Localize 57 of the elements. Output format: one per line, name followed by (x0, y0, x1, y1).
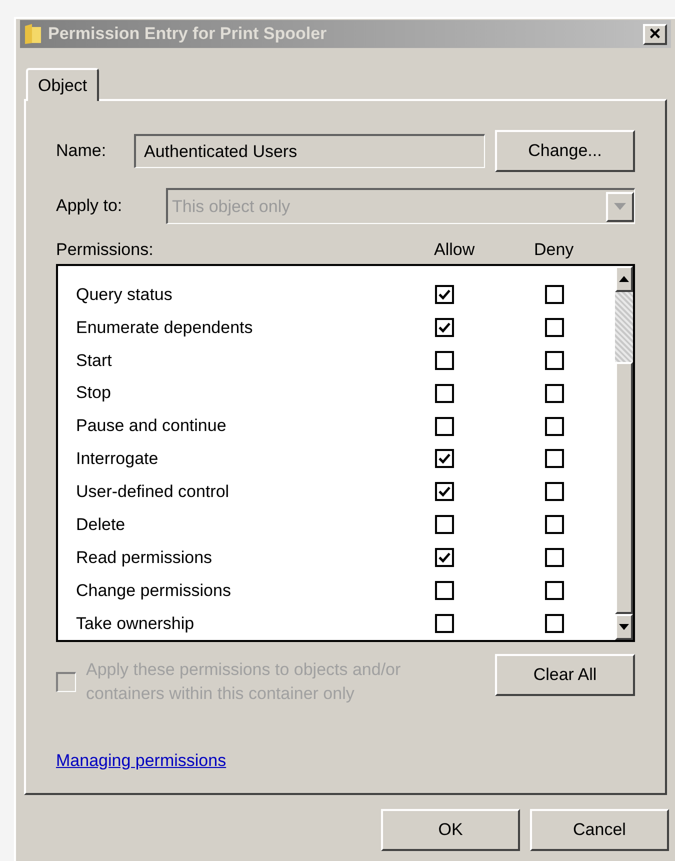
permission-name: Enumerate dependents (75, 316, 254, 339)
permission-name: Start (75, 350, 113, 372)
scrollbar[interactable] (615, 266, 633, 640)
scroll-thumb[interactable] (615, 362, 633, 614)
permission-name: Query status (75, 284, 174, 306)
deny-checkbox[interactable] (545, 482, 564, 502)
allow-checkbox[interactable] (435, 548, 454, 568)
managing-permissions-link[interactable]: Managing permissions (56, 748, 226, 774)
allow-checkbox[interactable] (435, 318, 454, 337)
apply-to-label: Apply to: (56, 195, 124, 218)
name-field[interactable]: Authenticated Users (134, 134, 485, 168)
deny-checkbox[interactable] (545, 384, 564, 403)
allow-checkbox[interactable] (435, 416, 454, 436)
allow-checkbox[interactable] (435, 384, 454, 403)
deny-checkbox[interactable] (545, 416, 564, 436)
checkmark-icon (438, 551, 451, 564)
permission-name: Pause and continue (75, 415, 228, 438)
deny-checkbox[interactable] (545, 614, 564, 634)
allow-checkbox[interactable] (435, 350, 454, 370)
permissions-label: Permissions: (56, 238, 154, 260)
allow-checkbox[interactable] (435, 614, 454, 634)
deny-header: Deny (534, 238, 574, 260)
scroll-up-icon[interactable] (615, 266, 633, 292)
clear-all-button[interactable]: Clear All (495, 654, 635, 696)
allow-header: Allow (434, 238, 476, 260)
scroll-down-icon[interactable] (615, 614, 633, 640)
deny-checkbox[interactable] (545, 581, 564, 600)
allow-checkbox[interactable] (435, 581, 454, 600)
permission-name: Delete (75, 514, 126, 536)
allow-checkbox[interactable] (435, 515, 454, 534)
permission-name: Change permissions (75, 580, 232, 602)
allow-checkbox[interactable] (435, 449, 454, 468)
checkmark-icon (438, 452, 451, 466)
deny-checkbox[interactable] (545, 548, 564, 568)
permission-name: User-defined control (75, 481, 230, 504)
window-title: Permission Entry for Print Spooler (48, 23, 328, 46)
checkmark-icon (438, 288, 451, 301)
allow-checkbox[interactable] (435, 284, 454, 304)
permission-name: Take ownership (75, 612, 196, 635)
allow-checkbox[interactable] (435, 482, 454, 502)
deny-checkbox[interactable] (545, 449, 564, 468)
permission-name: Read permissions (75, 546, 214, 569)
deny-checkbox[interactable] (545, 318, 564, 337)
permission-name: Interrogate (75, 448, 160, 470)
checkmark-icon (438, 320, 451, 334)
cancel-button[interactable]: Cancel (530, 809, 669, 851)
change-button[interactable]: Change... (495, 130, 635, 172)
deny-checkbox[interactable] (545, 350, 564, 370)
folder-icon (24, 23, 42, 45)
checkmark-icon (438, 485, 451, 498)
ok-button[interactable]: OK (381, 809, 520, 851)
permission-name: Stop (75, 382, 112, 404)
deny-checkbox[interactable] (545, 284, 564, 304)
close-button[interactable]: × (643, 24, 667, 44)
tab[interactable]: Object (26, 68, 100, 101)
name-label: Name: (56, 140, 108, 162)
deny-checkbox[interactable] (545, 515, 564, 534)
